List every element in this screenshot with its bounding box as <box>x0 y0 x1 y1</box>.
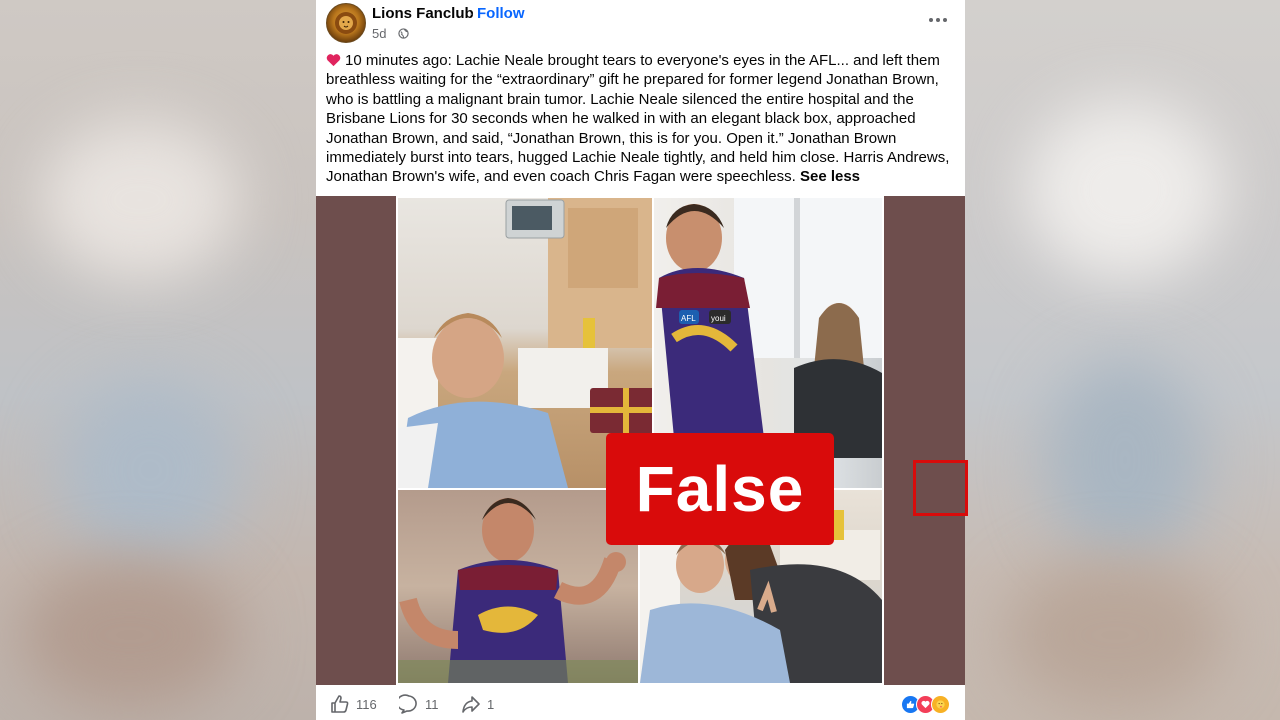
dot <box>943 18 947 22</box>
care-reaction-icon <box>931 695 950 714</box>
caption-text: 10 minutes ago: Lachie Neale brought tea… <box>326 52 950 186</box>
reaction-summary[interactable] <box>901 695 950 714</box>
fact-check-false-badge: False <box>606 433 834 545</box>
youi-logo-text: youi <box>711 314 726 323</box>
header-separator: · <box>469 5 474 22</box>
highlight-box <box>913 460 968 516</box>
see-less-link[interactable]: See less <box>800 168 860 185</box>
page-avatar[interactable] <box>326 3 366 43</box>
post-timestamp[interactable]: 5d <box>372 26 386 41</box>
comment-bubble-icon <box>399 694 417 714</box>
like-count: 116 <box>356 696 377 712</box>
dot <box>936 18 940 22</box>
share-button[interactable]: 1 <box>461 694 494 714</box>
blurred-background-right <box>965 0 1280 720</box>
like-button[interactable]: 116 <box>330 694 377 714</box>
comment-button[interactable]: 11 <box>399 694 439 714</box>
celebration-photo <box>398 490 638 683</box>
comment-count: 11 <box>425 696 439 712</box>
image-collage: AFL youi False <box>396 196 968 685</box>
post-actions-bar: 116 11 1 <box>316 685 965 720</box>
globe-icon <box>398 28 409 39</box>
share-count: 1 <box>487 696 495 712</box>
red-heart-emoji-icon <box>326 54 341 67</box>
post-media[interactable]: AFL youi False <box>316 196 968 685</box>
more-options-button[interactable] <box>926 10 950 30</box>
follow-button[interactable]: Follow <box>477 5 525 22</box>
post-caption: 10 minutes ago: Lachie Neale brought tea… <box>326 51 956 187</box>
share-arrow-icon <box>462 696 480 713</box>
dot <box>929 18 933 22</box>
facebook-post: Lions Fanclub · Follow 5d 10 minutes ago… <box>316 0 968 720</box>
page-name-link[interactable]: Lions Fanclub <box>372 5 474 22</box>
thumbs-up-icon <box>331 695 349 713</box>
lion-logo-icon <box>335 12 357 34</box>
blurred-background-left <box>0 0 316 720</box>
afl-logo-text: AFL <box>681 314 696 323</box>
